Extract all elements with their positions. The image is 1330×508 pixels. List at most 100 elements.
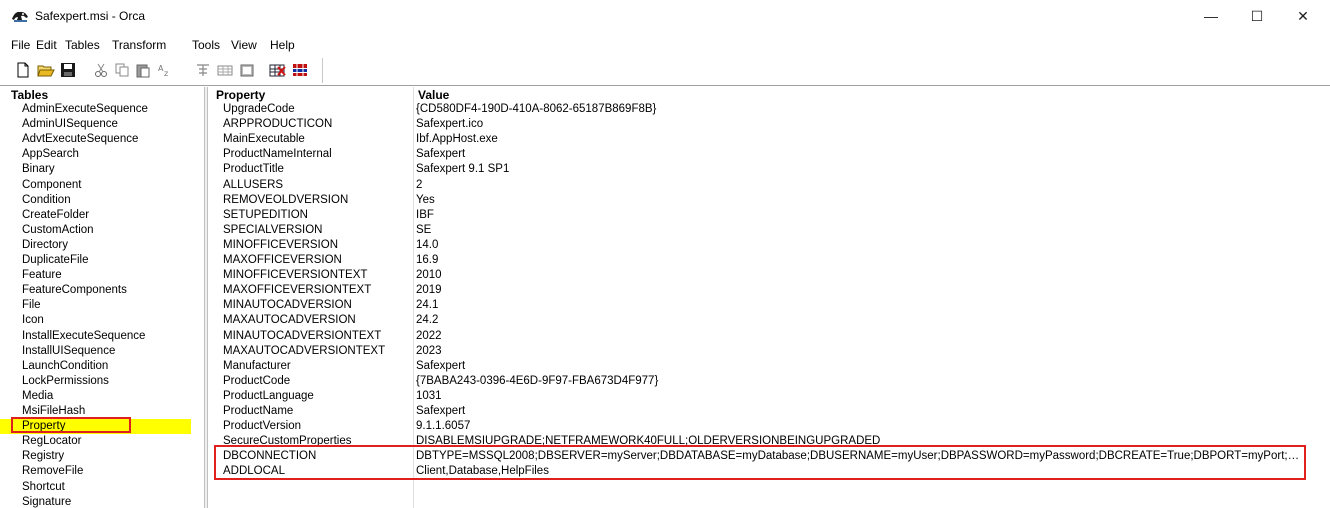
table-item[interactable]: RemoveFile	[11, 464, 196, 479]
property-row[interactable]: MAXOFFICEVERSIONTEXT 2019	[208, 283, 1330, 298]
property-row[interactable]: ProductTitle Safexpert 9.1 SP1	[208, 162, 1330, 177]
property-name-cell[interactable]: ProductLanguage	[223, 389, 314, 404]
menu-tools[interactable]: Tools	[192, 38, 220, 52]
property-row[interactable]: MAXAUTOCADVERSIONTEXT 2023	[208, 344, 1330, 359]
cut-icon[interactable]	[91, 61, 111, 79]
property-name-cell[interactable]: ProductTitle	[223, 162, 284, 177]
property-value-cell[interactable]: Safexpert	[416, 404, 1306, 419]
menu-edit[interactable]: Edit	[36, 38, 57, 52]
property-row[interactable]: MINOFFICEVERSION 14.0	[208, 238, 1330, 253]
table-item[interactable]: AdminExecuteSequence	[11, 102, 196, 117]
tables-pane[interactable]: Tables AdminExecuteSequence AdminUISequen…	[0, 87, 204, 508]
open-folder-icon[interactable]	[36, 61, 56, 79]
property-name-cell[interactable]: SETUPEDITION	[223, 208, 308, 223]
property-name-cell[interactable]: ProductNameInternal	[223, 147, 332, 162]
property-name-cell[interactable]: MAXAUTOCADVERSION	[223, 313, 356, 328]
menu-view[interactable]: View	[231, 38, 257, 52]
table-item[interactable]: Feature	[11, 268, 196, 283]
property-row[interactable]: ALLUSERS 2	[208, 178, 1330, 193]
add-row-icon[interactable]	[193, 61, 213, 79]
property-row[interactable]: ProductLanguage 1031	[208, 389, 1330, 404]
property-value-cell[interactable]: 24.2	[416, 313, 1306, 328]
property-name-cell[interactable]: UpgradeCode	[223, 102, 295, 117]
property-value-cell[interactable]: 24.1	[416, 298, 1306, 313]
table-item[interactable]: LaunchCondition	[11, 359, 196, 374]
property-value-cell[interactable]: 2022	[416, 329, 1306, 344]
property-row[interactable]: REMOVEOLDVERSION Yes	[208, 193, 1330, 208]
property-value-cell[interactable]: IBF	[416, 208, 1306, 223]
property-value-cell[interactable]: 2010	[416, 268, 1306, 283]
property-value-cell[interactable]: {7BABA243-0396-4E6D-9F97-FBA673D4F977}	[416, 374, 1306, 389]
table-item[interactable]: Directory	[11, 238, 196, 253]
property-value-cell[interactable]: Safexpert	[416, 147, 1306, 162]
property-value-cell[interactable]: 14.0	[416, 238, 1306, 253]
property-row[interactable]: MAXOFFICEVERSION 16.9	[208, 253, 1330, 268]
property-name-cell[interactable]: Manufacturer	[223, 359, 291, 374]
property-value-cell[interactable]: Yes	[416, 193, 1306, 208]
property-row[interactable]: MAXAUTOCADVERSION 24.2	[208, 313, 1330, 328]
save-icon[interactable]	[58, 61, 78, 79]
table-icon[interactable]	[215, 61, 235, 79]
property-value-cell[interactable]: 16.9	[416, 253, 1306, 268]
find-icon[interactable]: Az	[155, 61, 175, 79]
property-name-cell[interactable]: MAXOFFICEVERSIONTEXT	[223, 283, 371, 298]
property-row[interactable]: MINAUTOCADVERSION 24.1	[208, 298, 1330, 313]
table-item[interactable]: AdminUISequence	[11, 117, 196, 132]
property-name-cell[interactable]: SPECIALVERSION	[223, 223, 323, 238]
property-name-cell[interactable]: MINOFFICEVERSIONTEXT	[223, 268, 367, 283]
menu-tables[interactable]: Tables	[65, 38, 100, 52]
property-name-cell[interactable]: ProductVersion	[223, 419, 301, 434]
menu-file[interactable]: File	[11, 38, 30, 52]
table-item[interactable]: File	[11, 298, 196, 313]
property-row[interactable]: ProductNameInternal Safexpert	[208, 147, 1330, 162]
property-name-cell[interactable]: MINAUTOCADVERSION	[223, 298, 352, 313]
property-row[interactable]: ProductCode {7BABA243-0396-4E6D-9F97-FBA6…	[208, 374, 1330, 389]
property-name-cell[interactable]: MAXAUTOCADVERSIONTEXT	[223, 344, 385, 359]
menu-help[interactable]: Help	[270, 38, 295, 52]
table-item[interactable]: CustomAction	[11, 223, 196, 238]
minimize-button[interactable]: —	[1188, 0, 1234, 32]
table-item[interactable]: AppSearch	[11, 147, 196, 162]
table-item[interactable]: Condition	[11, 193, 196, 208]
table-item[interactable]: FeatureComponents	[11, 283, 196, 298]
property-value-cell[interactable]: Safexpert	[416, 359, 1306, 374]
table-item[interactable]: Component	[11, 178, 196, 193]
property-value-cell[interactable]: SE	[416, 223, 1306, 238]
table-item[interactable]: LockPermissions	[11, 374, 196, 389]
property-name-cell[interactable]: MINOFFICEVERSION	[223, 238, 338, 253]
property-name-cell[interactable]: ProductCode	[223, 374, 290, 389]
property-value-cell[interactable]: Safexpert.ico	[416, 117, 1306, 132]
property-row[interactable]: SETUPEDITION IBF	[208, 208, 1330, 223]
close-button[interactable]: ✕	[1280, 0, 1326, 32]
property-name-cell[interactable]: MainExecutable	[223, 132, 305, 147]
table-item[interactable]: Signature	[11, 495, 196, 508]
property-name-cell[interactable]: ALLUSERS	[223, 178, 283, 193]
table-item[interactable]: Registry	[11, 449, 196, 464]
property-value-cell[interactable]: {CD580DF4-190D-410A-8062-65187B869F8B}	[416, 102, 1306, 117]
table-item[interactable]: Binary	[11, 162, 196, 177]
column-header-value[interactable]: Value	[418, 88, 449, 102]
property-row[interactable]: MINOFFICEVERSIONTEXT 2010	[208, 268, 1330, 283]
table-item[interactable]: CreateFolder	[11, 208, 196, 223]
table-item[interactable]: AdvtExecuteSequence	[11, 132, 196, 147]
table-item[interactable]: InstallExecuteSequence	[11, 329, 196, 344]
table-item[interactable]: Icon	[11, 313, 196, 328]
property-row[interactable]: MINAUTOCADVERSIONTEXT 2022	[208, 329, 1330, 344]
property-row[interactable]: Manufacturer Safexpert	[208, 359, 1330, 374]
table-item[interactable]: RegLocator	[11, 434, 196, 449]
column-header-property[interactable]: Property	[216, 88, 265, 102]
property-row[interactable]: MainExecutable Ibf.AppHost.exe	[208, 132, 1330, 147]
validate-icon[interactable]	[268, 61, 288, 79]
property-value-cell[interactable]: 2019	[416, 283, 1306, 298]
property-value-cell[interactable]: Ibf.AppHost.exe	[416, 132, 1306, 147]
menu-transform[interactable]: Transform	[112, 38, 166, 52]
maximize-button[interactable]: ☐	[1234, 0, 1280, 32]
merge-module-icon[interactable]	[290, 61, 310, 79]
property-name-cell[interactable]: MINAUTOCADVERSIONTEXT	[223, 329, 381, 344]
property-row[interactable]: UpgradeCode {CD580DF4-190D-410A-8062-6518…	[208, 102, 1330, 117]
table-item[interactable]: DuplicateFile	[11, 253, 196, 268]
new-file-icon[interactable]	[13, 61, 33, 79]
property-name-cell[interactable]: ProductName	[223, 404, 293, 419]
copy-icon[interactable]	[112, 61, 132, 79]
property-value-cell[interactable]: 2023	[416, 344, 1306, 359]
